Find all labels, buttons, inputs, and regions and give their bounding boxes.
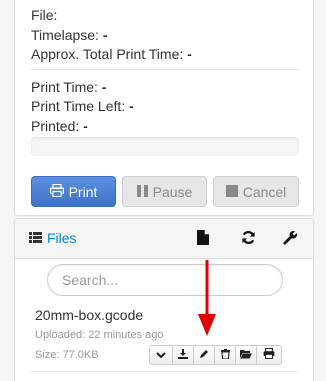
print-time-value: - bbox=[101, 79, 107, 95]
print-time-left-value: - bbox=[129, 98, 134, 114]
approx-print-time-value: - bbox=[187, 46, 192, 62]
print-time-row: Print Time: - bbox=[31, 79, 106, 95]
file-name[interactable]: 20mm-box.gcode bbox=[35, 307, 143, 323]
file-uploaded: Uploaded: 22 minutes ago bbox=[35, 329, 164, 341]
files-panel-header: Files bbox=[15, 219, 313, 259]
timelapse-value: - bbox=[102, 27, 108, 43]
file-search-input[interactable] bbox=[47, 264, 283, 296]
refresh-icon[interactable] bbox=[241, 230, 257, 246]
printed-row: Printed: - bbox=[31, 118, 88, 134]
pause-button-label: Pause bbox=[152, 183, 193, 200]
list-icon bbox=[29, 230, 42, 246]
file-label: File: bbox=[31, 7, 58, 23]
print-button[interactable]: Print bbox=[31, 176, 116, 207]
file-divider bbox=[31, 371, 297, 372]
files-title[interactable]: Files bbox=[29, 230, 77, 246]
trash-icon bbox=[220, 346, 230, 364]
file-row: File: bbox=[31, 7, 57, 23]
cancel-button-label: Cancel bbox=[242, 183, 287, 200]
load-and-print-button[interactable] bbox=[256, 345, 282, 365]
timelapse-row: Timelapse: - bbox=[31, 27, 108, 43]
approx-print-time-label: Approx. Total Print Time: bbox=[31, 46, 184, 62]
files-title-label: Files bbox=[47, 230, 77, 246]
printed-label: Printed: bbox=[31, 118, 80, 134]
print-icon bbox=[49, 183, 64, 200]
print-button-label: Print bbox=[68, 183, 98, 200]
folder-open-icon bbox=[240, 346, 252, 364]
printed-value: - bbox=[83, 118, 88, 134]
pause-button[interactable]: Pause bbox=[122, 176, 207, 207]
new-file-icon[interactable] bbox=[197, 230, 213, 246]
timelapse-label: Timelapse: bbox=[31, 27, 99, 43]
state-panel: File: Timelapse: - Approx. Total Print T… bbox=[14, 0, 314, 216]
print-icon bbox=[263, 346, 275, 364]
download-icon bbox=[178, 346, 188, 364]
print-progress-bar bbox=[31, 137, 299, 156]
files-panel: Files 20mm-box.gcode Uploaded: 22 minute… bbox=[14, 218, 314, 381]
print-time-left-row: Print Time Left: - bbox=[31, 98, 134, 114]
edit-button[interactable] bbox=[193, 345, 215, 365]
state-divider bbox=[31, 69, 299, 70]
wrench-icon[interactable] bbox=[283, 230, 299, 246]
chevron-down-button[interactable] bbox=[149, 345, 173, 365]
delete-button[interactable] bbox=[214, 345, 236, 365]
print-time-label: Print Time: bbox=[31, 79, 98, 95]
stop-icon bbox=[225, 184, 238, 200]
print-time-left-label: Print Time Left: bbox=[31, 98, 126, 114]
file-size: Size: 77.0KB bbox=[35, 349, 99, 361]
pencil-icon bbox=[199, 346, 209, 364]
pause-icon bbox=[136, 184, 148, 200]
file-action-group bbox=[149, 345, 282, 365]
load-button[interactable] bbox=[235, 345, 257, 365]
chevron-down-icon bbox=[156, 346, 166, 364]
cancel-button[interactable]: Cancel bbox=[213, 176, 299, 207]
download-button[interactable] bbox=[172, 345, 194, 365]
approx-print-time-row: Approx. Total Print Time: - bbox=[31, 46, 192, 62]
